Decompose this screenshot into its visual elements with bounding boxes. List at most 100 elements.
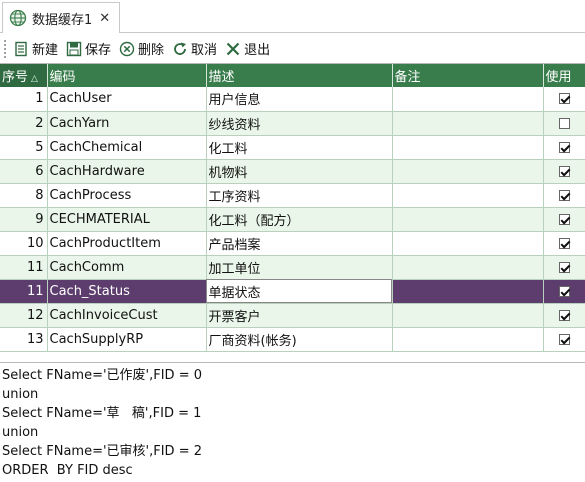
new-button[interactable]: 新建 xyxy=(13,39,58,58)
column-header-note[interactable]: 备注 xyxy=(392,64,544,87)
save-icon xyxy=(66,41,82,56)
cell-code[interactable]: CachSupplyRP xyxy=(47,327,207,352)
sql-line: Select FName='已作废',FID = 0 xyxy=(2,368,202,383)
use-checkbox[interactable] xyxy=(558,165,570,177)
cell-desc[interactable]: 产品档案 xyxy=(206,231,393,256)
cell-note[interactable] xyxy=(392,279,544,304)
splitter[interactable] xyxy=(0,362,585,363)
table-row[interactable]: 13 CachSupplyRP 厂商资料(帐务) xyxy=(0,327,585,352)
cell-note[interactable] xyxy=(392,159,544,184)
cell-desc[interactable]: 化工料（配方） xyxy=(206,207,393,232)
cell-code[interactable]: CachYarn xyxy=(47,111,207,136)
table-row[interactable]: 8 CachProcess 工序资料 xyxy=(0,183,585,208)
new-icon xyxy=(15,41,27,56)
cell-seq[interactable]: 5 xyxy=(0,135,48,160)
save-button[interactable]: 保存 xyxy=(66,39,111,58)
column-header-seq[interactable]: 序号 △ xyxy=(0,64,48,87)
sql-line: Select FName='草 稿',FID = 1 xyxy=(2,406,202,421)
close-icon[interactable]: ✕ xyxy=(99,11,110,26)
cell-desc[interactable]: 纱线资料 xyxy=(206,111,393,136)
table-row[interactable]: 6 CachHardware 机物料 xyxy=(0,159,585,184)
cell-desc[interactable]: 厂商资料(帐务) xyxy=(206,327,393,352)
cell-code[interactable]: CachComm xyxy=(47,255,207,280)
cell-note[interactable] xyxy=(392,327,544,352)
table-row[interactable]: 11 Cach_Status 单据状态 xyxy=(0,279,585,304)
toolbar-grip[interactable] xyxy=(3,38,7,59)
cell-desc[interactable]: 工序资料 xyxy=(206,183,393,208)
use-checkbox[interactable] xyxy=(558,237,570,249)
cell-note[interactable] xyxy=(392,111,544,136)
cell-use xyxy=(543,87,585,112)
cell-use xyxy=(543,279,585,304)
delete-label: 删除 xyxy=(138,43,165,58)
tab-data-cache[interactable]: 数据缓存1 ✕ xyxy=(2,2,120,33)
use-checkbox[interactable] xyxy=(558,189,570,201)
tab-label: 数据缓存1 xyxy=(32,12,93,28)
sql-line: Select FName='已审核',FID = 2 xyxy=(2,444,202,459)
table-row[interactable]: 5 CachChemical 化工料 xyxy=(0,135,585,160)
cell-seq[interactable]: 1 xyxy=(0,87,48,112)
cell-seq[interactable]: 13 xyxy=(0,327,48,352)
cell-note[interactable] xyxy=(392,255,544,280)
cell-desc[interactable]: 开票客户 xyxy=(206,303,393,328)
use-checkbox[interactable] xyxy=(558,93,570,105)
cell-seq[interactable]: 10 xyxy=(0,231,48,256)
cell-code[interactable]: Cach_Status xyxy=(47,279,207,304)
cell-seq[interactable]: 9 xyxy=(0,207,48,232)
cell-desc[interactable]: 用户信息 xyxy=(206,87,393,112)
cell-code[interactable]: CachUser xyxy=(47,87,207,112)
cell-code[interactable]: CachProductItem xyxy=(47,231,207,256)
cell-seq[interactable]: 12 xyxy=(0,303,48,328)
use-checkbox[interactable] xyxy=(558,333,570,345)
use-checkbox[interactable] xyxy=(558,309,570,321)
cell-seq[interactable]: 11 xyxy=(0,279,48,304)
table-row[interactable]: 10 CachProductItem 产品档案 xyxy=(0,231,585,256)
column-header-use[interactable]: 使用 xyxy=(543,64,585,87)
cell-desc[interactable]: 单据状态 xyxy=(206,279,393,304)
cancel-label: 取消 xyxy=(191,43,218,58)
cell-desc[interactable]: 机物料 xyxy=(206,159,393,184)
cell-note[interactable] xyxy=(392,135,544,160)
use-checkbox[interactable] xyxy=(558,213,570,225)
table-row[interactable]: 2 CachYarn 纱线资料 xyxy=(0,111,585,136)
table-row[interactable]: 1 CachUser 用户信息 xyxy=(0,87,585,112)
table-row[interactable]: 9 CECHMATERIAL 化工料（配方） xyxy=(0,207,585,232)
cell-use xyxy=(543,111,585,136)
cell-code[interactable]: CachHardware xyxy=(47,159,207,184)
cell-code[interactable]: CECHMATERIAL xyxy=(47,207,207,232)
cell-note[interactable] xyxy=(392,87,544,112)
cell-code[interactable]: CachProcess xyxy=(47,183,207,208)
table-row[interactable]: 12 CachInvoiceCust 开票客户 xyxy=(0,303,585,328)
sql-line: union xyxy=(2,425,39,440)
cell-seq[interactable]: 6 xyxy=(0,159,48,184)
use-checkbox[interactable] xyxy=(558,285,570,297)
new-label: 新建 xyxy=(32,43,59,58)
cell-use xyxy=(543,303,585,328)
sql-editor[interactable]: Select FName='已作废',FID = 0 union Select FN… xyxy=(2,366,582,480)
cancel-button[interactable]: 取消 xyxy=(172,39,217,58)
cell-seq[interactable]: 11 xyxy=(0,255,48,280)
delete-button[interactable]: 删除 xyxy=(119,39,164,58)
save-label: 保存 xyxy=(85,43,112,58)
column-header-desc[interactable]: 描述 xyxy=(206,64,393,87)
cell-note[interactable] xyxy=(392,183,544,208)
cell-seq[interactable]: 2 xyxy=(0,111,48,136)
cell-code[interactable]: CachChemical xyxy=(47,135,207,160)
data-grid: 序号 △ 编码 描述 备注 使用 1 CachUser 用户信息 2 CachYarn 纱线… xyxy=(0,63,585,352)
sql-line: ORDER BY FID desc xyxy=(2,463,133,478)
cell-use xyxy=(543,255,585,280)
cell-note[interactable] xyxy=(392,231,544,256)
cell-desc[interactable]: 化工料 xyxy=(206,135,393,160)
cell-note[interactable] xyxy=(392,207,544,232)
cell-code[interactable]: CachInvoiceCust xyxy=(47,303,207,328)
column-header-code[interactable]: 编码 xyxy=(47,64,207,87)
cell-desc[interactable]: 加工单位 xyxy=(206,255,393,280)
use-checkbox[interactable] xyxy=(558,141,570,153)
cell-note[interactable] xyxy=(392,303,544,328)
tab-bar: 数据缓存1 ✕ xyxy=(0,0,585,33)
use-checkbox[interactable] xyxy=(558,261,570,273)
table-row[interactable]: 11 CachComm 加工单位 xyxy=(0,255,585,280)
use-checkbox[interactable] xyxy=(558,117,570,129)
exit-button[interactable]: 退出 xyxy=(225,39,270,58)
cell-seq[interactable]: 8 xyxy=(0,183,48,208)
